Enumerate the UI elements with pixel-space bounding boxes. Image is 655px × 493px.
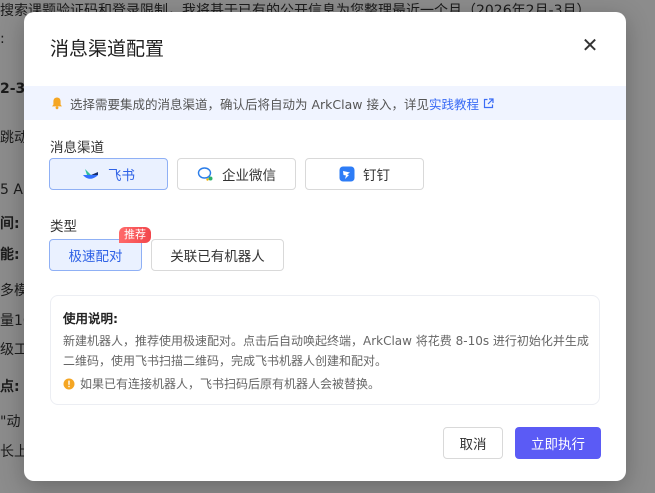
recommend-badge: 推荐 [119,227,151,243]
feishu-icon [82,166,100,182]
warning-text: 如果已有连接机器人，飞书扫码后原有机器人会被替换。 [80,377,381,391]
tutorial-link[interactable]: 实践教程 [429,94,479,113]
cancel-button[interactable]: 取消 [443,427,503,459]
channel-config-dialog: 消息渠道配置 ✕ 选择需要集成的消息渠道，确认后将自动为 ArkClaw 接入，… [24,12,626,481]
type-option-label: 关联已有机器人 [170,249,265,265]
usage-title: 使用说明: [63,311,118,326]
channel-option-label: 企业微信 [222,168,276,184]
dialog-title: 消息渠道配置 [50,38,165,60]
usage-info-box: 使用说明: 新建机器人，推荐使用极速配对。点击后自动唤起终端，ArkClaw 将… [50,295,600,405]
type-option-link-existing[interactable]: 关联已有机器人 [151,239,284,271]
bell-icon [50,96,64,110]
wecom-icon [197,166,214,182]
execute-button[interactable]: 立即执行 [515,427,601,459]
close-icon: ✕ [581,33,599,57]
channel-option-label: 飞书 [108,168,135,184]
type-option-label: 极速配对 [68,249,123,265]
channel-option-wecom[interactable]: 企业微信 [177,158,296,190]
usage-warning: 如果已有连接机器人，飞书扫码后原有机器人会被替换。 [63,375,380,392]
channel-option-dingtalk[interactable]: 钉钉 [305,158,424,190]
notice-banner: 选择需要集成的消息渠道，确认后将自动为 ArkClaw 接入，详见 实践教程 [24,86,626,120]
close-button[interactable]: ✕ [580,34,600,56]
usage-description: 新建机器人，推荐使用极速配对。点击后自动唤起终端，ArkClaw 将花费 8-1… [63,334,589,368]
channel-option-feishu[interactable]: 飞书 [49,158,168,190]
warning-icon [63,378,75,390]
dingtalk-icon [339,166,355,182]
notice-text: 选择需要集成的消息渠道，确认后将自动为 ArkClaw 接入，详见 [70,96,429,112]
channel-option-label: 钉钉 [363,168,390,184]
type-option-quick-pair[interactable]: 极速配对 [49,239,142,271]
external-link-icon[interactable] [483,97,494,109]
type-section-label: 类型 [50,219,77,235]
channel-section-label: 消息渠道 [50,140,104,156]
